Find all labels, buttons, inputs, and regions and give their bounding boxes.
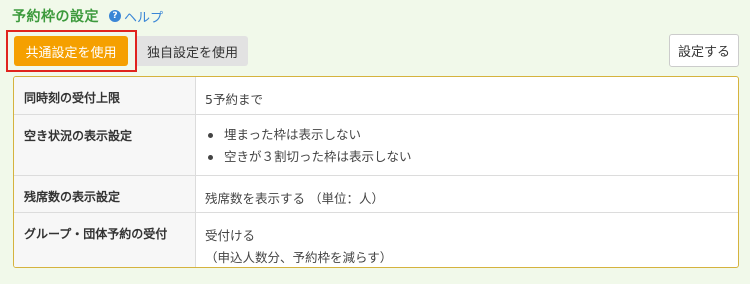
row-value: 5予約まで [205,92,263,107]
row-value: 残席数を表示する （単位：人） [205,191,384,206]
row-label: グループ・団体予約の受付 [14,213,196,267]
help-icon: ? [109,10,121,22]
use-common-settings-button[interactable]: 共通設定を使用 [14,36,128,66]
page-title: 予約枠の設定 [12,9,99,25]
settings-table: 同時刻の受付上限 5予約まで 空き状況の表示設定 埋まった枠は表示しない 空きが… [13,76,739,268]
help-label: ヘルプ [124,10,164,26]
value-text: 受付ける [205,228,256,243]
value-note: （申込人数分、予約枠を減らす） [205,250,393,265]
table-row: 残席数の表示設定 残席数を表示する （単位：人） [14,175,738,212]
header: 予約枠の設定 ? ヘルプ [12,6,163,26]
row-label: 同時刻の受付上限 [14,77,196,114]
list-item: 埋まった枠は表示しない [205,124,738,146]
help-link[interactable]: ? ヘルプ [109,7,163,26]
row-value: 受付ける （申込人数分、予約枠を減らす） [196,213,738,267]
reservation-slot-settings: 予約枠の設定 ? ヘルプ 共通設定を使用 独自設定を使用 設定する 同時刻の受付… [0,0,750,284]
bullet-list: 埋まった枠は表示しない 空きが３割切った枠は表示しない [205,124,738,168]
use-custom-settings-button[interactable]: 独自設定を使用 [137,36,248,66]
list-item: 空きが３割切った枠は表示しない [205,146,738,168]
table-row: 空き状況の表示設定 埋まった枠は表示しない 空きが３割切った枠は表示しない [14,114,738,175]
row-label: 残席数の表示設定 [14,176,196,212]
table-row: グループ・団体予約の受付 受付ける （申込人数分、予約枠を減らす） [14,212,738,267]
row-value: 埋まった枠は表示しない 空きが３割切った枠は表示しない [196,115,738,175]
row-label: 空き状況の表示設定 [14,115,196,175]
configure-button[interactable]: 設定する [669,34,739,67]
table-row: 同時刻の受付上限 5予約まで [14,77,738,114]
